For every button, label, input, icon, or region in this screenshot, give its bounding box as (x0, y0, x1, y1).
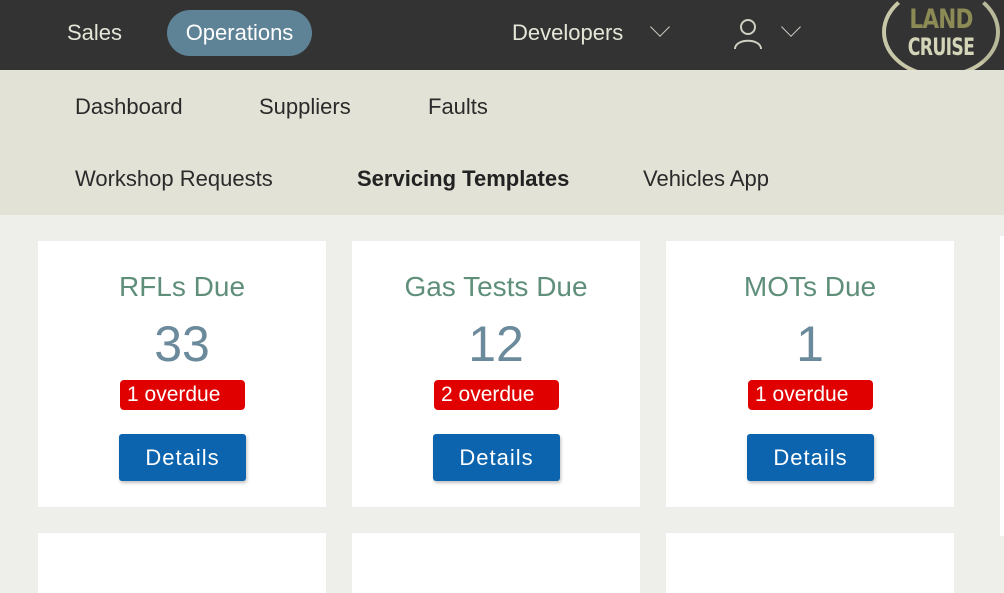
nav-sales[interactable]: Sales (67, 10, 122, 56)
card-rfls-due: RFLs Due 33 1 overdue Details (38, 241, 326, 507)
chevron-down-icon[interactable] (650, 17, 670, 37)
logo-text-cruise: CRUISE (907, 33, 975, 61)
subnav-faults[interactable]: Faults (428, 94, 488, 120)
subnav-workshop-requests[interactable]: Workshop Requests (75, 166, 273, 192)
card-mots-due: MOTs Due 1 1 overdue Details (666, 241, 954, 507)
card-count: 12 (468, 316, 524, 372)
top-navigation-bar: Sales Operations Developers LAND CRUISE (0, 0, 1004, 78)
card-title: Gas Tests Due (404, 271, 588, 302)
overdue-badge: 2 overdue (434, 380, 559, 410)
card-partial-offscreen (1000, 236, 1004, 536)
subnav-servicing-templates[interactable]: Servicing Templates (357, 166, 569, 192)
user-icon[interactable] (731, 16, 765, 50)
card-title: RFLs Due (118, 271, 246, 302)
sub-navigation: Dashboard Suppliers Faults Workshop Requ… (0, 70, 1004, 215)
card-row2-2 (352, 533, 640, 593)
card-row2-3 (666, 533, 954, 593)
nav-developers[interactable]: Developers (512, 10, 623, 56)
chevron-down-icon[interactable] (781, 17, 801, 37)
card-gas-tests-due: Gas Tests Due 12 2 overdue Details (352, 241, 640, 507)
details-button[interactable]: Details (433, 434, 560, 481)
subnav-dashboard[interactable]: Dashboard (75, 94, 183, 120)
land-cruise-logo[interactable]: LAND CRUISE (882, 0, 1000, 78)
details-button[interactable]: Details (119, 434, 246, 481)
dashboard-content: RFLs Due 33 1 overdue Details Gas Tests … (0, 215, 1004, 593)
card-row2-1 (38, 533, 326, 593)
overdue-badge: 1 overdue (120, 380, 245, 410)
card-count: 1 (796, 316, 824, 372)
subnav-suppliers[interactable]: Suppliers (259, 94, 351, 120)
subnav-vehicles-app[interactable]: Vehicles App (643, 166, 769, 192)
details-button[interactable]: Details (747, 434, 874, 481)
nav-operations[interactable]: Operations (167, 10, 312, 56)
card-title: MOTs Due (743, 271, 877, 302)
overdue-badge: 1 overdue (748, 380, 873, 410)
card-count: 33 (154, 316, 210, 372)
logo-text-land: LAND (909, 4, 973, 35)
